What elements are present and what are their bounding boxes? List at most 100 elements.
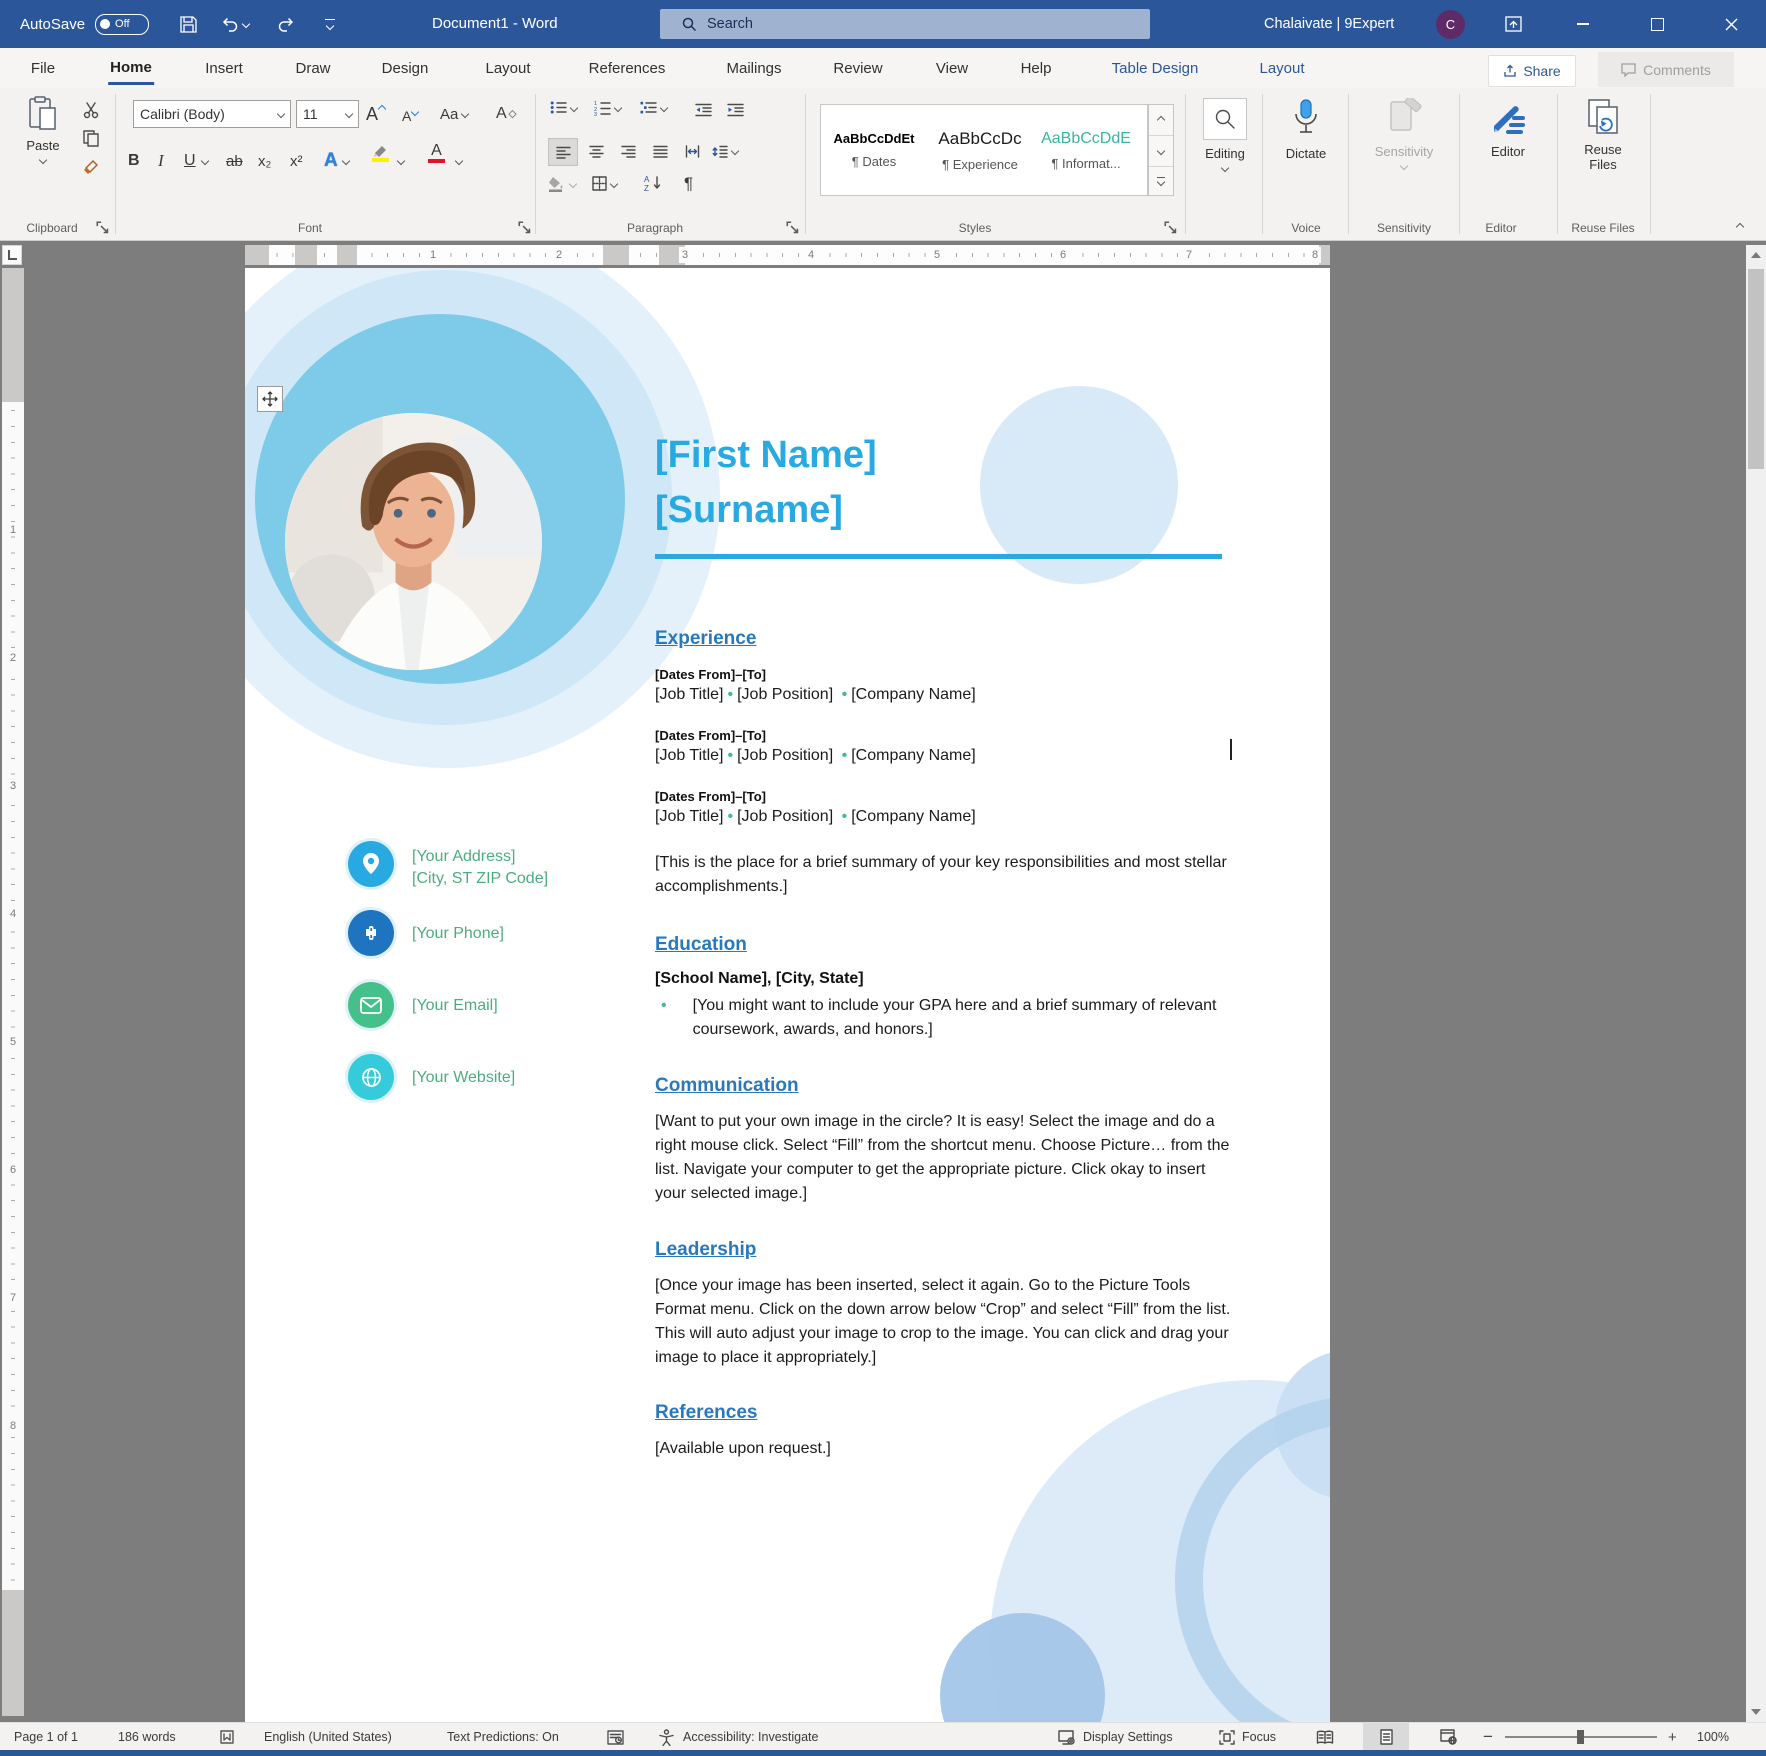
cut-icon[interactable] — [76, 98, 106, 122]
language-indicator[interactable]: English (United States) — [264, 1723, 392, 1751]
change-case-button[interactable]: Aa — [440, 100, 468, 128]
vertical-ruler[interactable]: 1 2 3 4 5 6 7 8 — [2, 268, 24, 1716]
collapse-ribbon-icon[interactable] — [1725, 216, 1755, 238]
style-experience[interactable]: AaBbCcDc ¶ Experience — [927, 108, 1033, 192]
horizontal-ruler[interactable]: 1 2 3 4 5 6 7 8 — [245, 245, 1330, 265]
education-heading[interactable]: Education — [655, 934, 747, 956]
font-color-button[interactable]: A — [428, 144, 445, 163]
font-launcher-icon[interactable] — [518, 221, 532, 235]
editor-button[interactable]: Editor — [1464, 98, 1552, 159]
text-effects-button[interactable]: A — [324, 146, 349, 176]
web-layout-icon[interactable] — [1440, 1723, 1457, 1751]
align-right-button[interactable] — [614, 138, 642, 164]
accessibility-status[interactable]: Accessibility: Investigate — [683, 1723, 818, 1751]
highlight-dropdown-icon[interactable] — [398, 146, 404, 176]
references-heading[interactable]: References — [655, 1402, 757, 1424]
zoom-slider-thumb[interactable] — [1577, 1730, 1584, 1744]
font-name-select[interactable]: Calibri (Body) — [133, 100, 291, 128]
vertical-scrollbar[interactable] — [1746, 245, 1766, 1722]
address-text[interactable]: [Your Address] [City, ST ZIP Code] — [412, 846, 548, 890]
tab-review[interactable]: Review — [833, 48, 882, 88]
strikethrough-button[interactable]: ab — [226, 146, 243, 176]
reuse-files-button[interactable]: Reuse Files — [1564, 98, 1642, 172]
website-text[interactable]: [Your Website] — [412, 1067, 515, 1089]
scroll-up-icon[interactable] — [1746, 245, 1766, 265]
paragraph-launcher-icon[interactable] — [786, 221, 800, 235]
word-count[interactable]: 186 words — [118, 1723, 176, 1751]
increase-indent-icon[interactable] — [722, 98, 748, 122]
email-icon[interactable] — [348, 982, 394, 1028]
sensitivity-button[interactable]: Sensitivity — [1354, 98, 1454, 169]
customize-quick-access-button[interactable] — [310, 0, 350, 48]
phone-icon[interactable] — [348, 910, 394, 956]
subscript-button[interactable]: x₂ — [258, 146, 271, 176]
focus-mode[interactable]: Focus — [1219, 1723, 1276, 1751]
share-button[interactable]: Share — [1488, 55, 1576, 87]
numbering-button[interactable]: 123 — [594, 100, 621, 116]
bullets-button[interactable] — [550, 100, 577, 115]
text-predictions[interactable]: Text Predictions: On — [447, 1723, 559, 1751]
location-icon[interactable] — [348, 841, 394, 887]
dictate-button[interactable]: Dictate — [1268, 98, 1344, 161]
minimize-icon[interactable] — [1560, 0, 1606, 48]
experience-dates[interactable]: [Dates From]–[To] — [655, 789, 766, 804]
tab-view[interactable]: View — [936, 48, 968, 88]
close-icon[interactable] — [1708, 0, 1754, 48]
references-body[interactable]: [Available upon request.] — [655, 1437, 831, 1461]
multilevel-list-button[interactable] — [640, 100, 667, 115]
communication-heading[interactable]: Communication — [655, 1075, 799, 1097]
object-move-handle[interactable] — [257, 386, 283, 412]
undo-button[interactable] — [212, 0, 258, 48]
zoom-level[interactable]: 100% — [1697, 1723, 1729, 1751]
experience-dates[interactable]: [Dates From]–[To] — [655, 667, 766, 682]
editing-button[interactable]: Editing — [1192, 98, 1258, 171]
shading-button[interactable] — [548, 176, 576, 192]
styles-launcher-icon[interactable] — [1164, 221, 1178, 235]
distributed-button[interactable] — [678, 138, 706, 164]
autosave-toggle[interactable]: Off — [95, 14, 149, 35]
grow-font-button[interactable]: A — [366, 100, 385, 128]
borders-button[interactable] — [592, 176, 617, 191]
styles-scroll-up-icon[interactable] — [1149, 105, 1173, 136]
zoom-in-icon[interactable]: + — [1668, 1723, 1677, 1751]
education-bullet-item[interactable]: • [You might want to include your GPA he… — [657, 994, 1233, 1042]
format-painter-icon[interactable] — [76, 154, 106, 178]
styles-expand-icon[interactable] — [1149, 167, 1173, 195]
profile-photo[interactable] — [285, 413, 542, 670]
document-page[interactable]: [First Name] [Surname] Experience [Dates… — [245, 268, 1330, 1722]
tab-draw[interactable]: Draw — [295, 48, 330, 88]
styles-scroll-down-icon[interactable] — [1149, 136, 1173, 167]
scrollbar-thumb[interactable] — [1748, 269, 1764, 469]
zoom-out-icon[interactable]: − — [1483, 1723, 1493, 1751]
maximize-icon[interactable] — [1634, 0, 1680, 48]
experience-summary[interactable]: [This is the place for a brief summary o… — [655, 851, 1230, 899]
justify-button[interactable] — [646, 138, 674, 164]
name-heading[interactable]: [First Name] [Surname] — [655, 428, 877, 538]
accessibility-icon[interactable] — [658, 1723, 675, 1751]
email-text[interactable]: [Your Email] — [412, 995, 498, 1017]
experience-heading[interactable]: Experience — [655, 628, 756, 650]
tab-help[interactable]: Help — [1021, 48, 1052, 88]
clear-formatting-button[interactable]: A — [496, 100, 517, 128]
experience-jobline[interactable]: [Job Title]•[Job Position] •[Company Nam… — [655, 747, 976, 765]
education-school[interactable]: [School Name], [City, State] — [655, 970, 864, 988]
leadership-heading[interactable]: Leadership — [655, 1239, 756, 1261]
tab-home[interactable]: Home — [108, 48, 154, 88]
line-spacing-button[interactable] — [712, 138, 738, 164]
align-left-button[interactable] — [548, 138, 578, 166]
communication-body[interactable]: [Want to put your own image in the circl… — [655, 1110, 1233, 1206]
read-mode-icon[interactable] — [1316, 1723, 1334, 1751]
copy-icon[interactable] — [76, 126, 106, 150]
font-size-select[interactable]: 11 — [296, 100, 359, 128]
website-icon[interactable] — [348, 1054, 394, 1100]
sort-button[interactable]: AZ — [644, 174, 662, 191]
tab-references[interactable]: References — [589, 48, 666, 88]
account-name[interactable]: Chalaivate | 9Expert — [1264, 0, 1394, 48]
tab-insert[interactable]: Insert — [205, 48, 243, 88]
experience-dates[interactable]: [Dates From]–[To] — [655, 728, 766, 743]
show-paragraph-marks-button[interactable]: ¶ — [684, 174, 693, 194]
scroll-down-icon[interactable] — [1746, 1702, 1766, 1722]
display-settings[interactable]: Display Settings — [1058, 1723, 1173, 1751]
text-predictions-icon[interactable] — [607, 1723, 624, 1751]
tab-mailings[interactable]: Mailings — [726, 48, 781, 88]
